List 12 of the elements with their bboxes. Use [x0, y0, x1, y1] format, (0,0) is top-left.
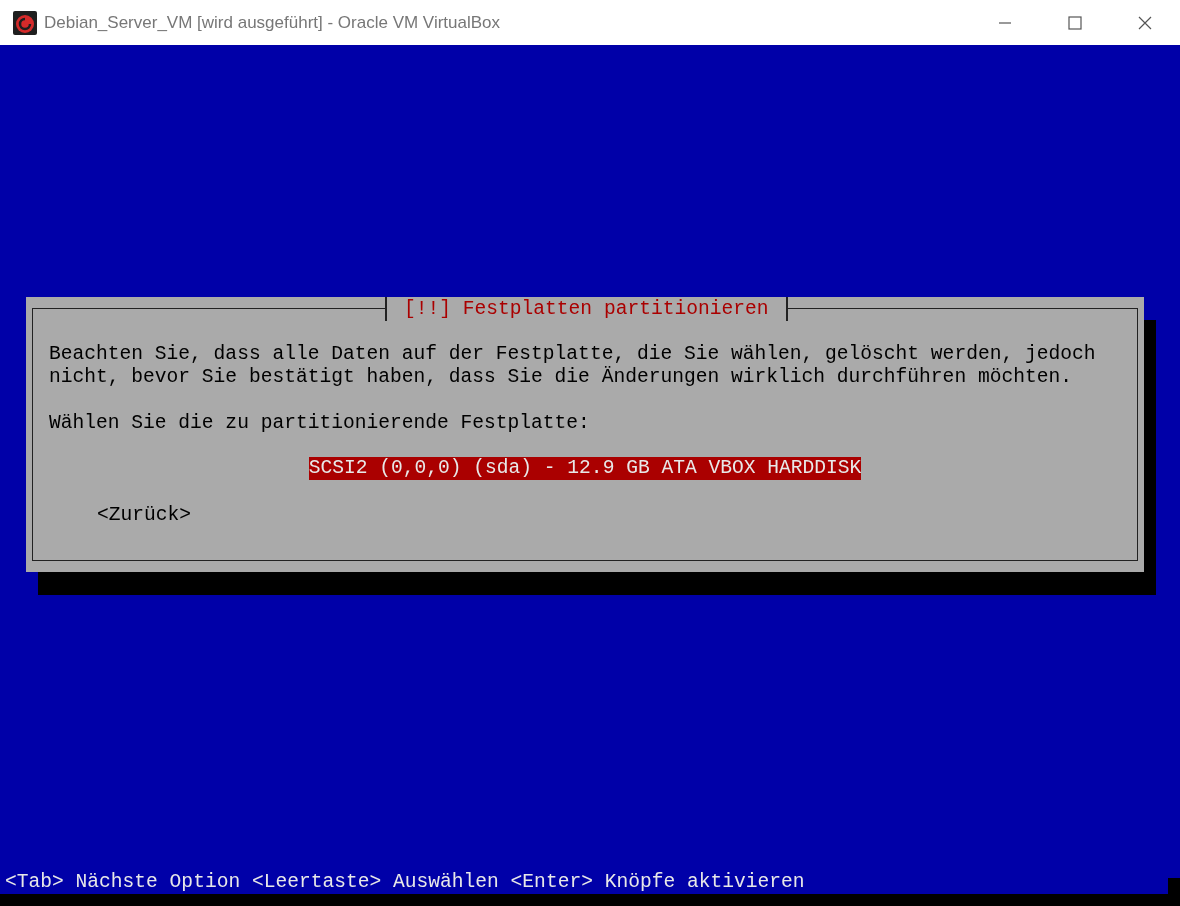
status-text: <Tab> Nächste Option <Leertaste> Auswählen <Enter> Knöpfe aktivieren	[4, 870, 806, 894]
app-icon	[13, 10, 37, 35]
dialog-message: Beachten Sie, dass alle Daten auf der Festplatte, die Sie wählen, gelöscht werden, jedoch nicht, bevor Sie bestätigt haben, dass Sie die Änderungen wirklich durchführen möchten.	[49, 343, 1097, 389]
minimize-icon	[999, 21, 1011, 24]
prompt-text: Wählen Sie die zu partitionierende Festplatte:	[49, 412, 591, 435]
disk-option[interactable]: SCSI2 (0,0,0) (sda) - 12.9 GB ATA VBOX HARDDISK	[308, 457, 862, 480]
screen-side-edge	[1168, 878, 1180, 906]
close-icon	[1138, 15, 1152, 30]
dialog-title: [!!] Festplatten partitionieren	[385, 297, 788, 321]
maximize-icon	[1068, 15, 1082, 30]
back-button[interactable]: <Zurück>	[97, 504, 192, 527]
window-title: Debian_Server_VM [wird ausgeführt] - Oracle VM VirtualBox	[44, 11, 501, 34]
